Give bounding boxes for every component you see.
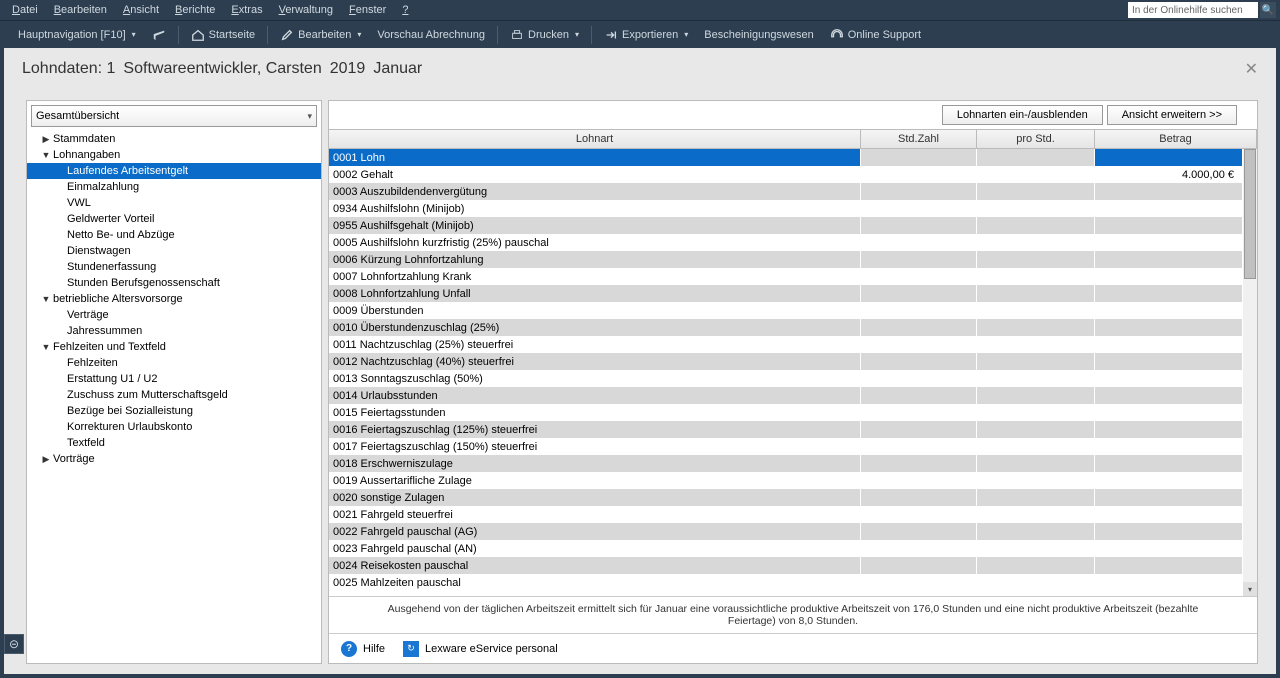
menu-?[interactable]: ?: [394, 2, 416, 18]
menu-bearbeiten[interactable]: Bearbeiten: [46, 2, 115, 18]
tree-fehlzeiten[interactable]: Fehlzeiten: [27, 355, 321, 371]
col-betrag[interactable]: Betrag: [1095, 130, 1257, 148]
table-row[interactable]: 0002 Gehalt4.000,00 €: [329, 166, 1243, 183]
tree-stammdaten[interactable]: ▶Stammdaten: [27, 131, 321, 147]
table: Lohnart Std.Zahl pro Std. Betrag 0001 Lo…: [329, 129, 1257, 596]
print-button[interactable]: Drucken▾: [502, 28, 587, 42]
help-button[interactable]: ?Hilfe: [341, 641, 385, 657]
table-row[interactable]: 0023 Fahrgeld pauschal (AN): [329, 540, 1243, 557]
title-name: Softwareentwickler, Carsten: [123, 60, 321, 78]
table-row[interactable]: 0019 Aussertarifliche Zulage: [329, 472, 1243, 489]
cert-button[interactable]: Bescheinigungswesen: [696, 29, 821, 41]
tree-einmalzahlung[interactable]: Einmalzahlung: [27, 179, 321, 195]
table-row[interactable]: 0022 Fahrgeld pauschal (AG): [329, 523, 1243, 540]
support-button[interactable]: Online Support: [822, 28, 929, 42]
tree-bez-ge-bei-sozialleistung[interactable]: Bezüge bei Sozialleistung: [27, 403, 321, 419]
menu-ansicht[interactable]: Ansicht: [115, 2, 167, 18]
tree-vwl[interactable]: VWL: [27, 195, 321, 211]
page-header: Lohndaten: 1 Softwareentwickler, Carsten…: [4, 48, 1276, 90]
menu-fenster[interactable]: Fenster: [341, 2, 394, 18]
table-row[interactable]: 0020 sonstige Zulagen: [329, 489, 1243, 506]
table-row[interactable]: 0005 Aushilfslohn kurzfristig (25%) paus…: [329, 234, 1243, 251]
table-row[interactable]: 0934 Aushilfslohn (Minijob): [329, 200, 1243, 217]
tree-jahressummen[interactable]: Jahressummen: [27, 323, 321, 339]
menu-verwaltung[interactable]: Verwaltung: [271, 2, 341, 18]
overview-dropdown[interactable]: Gesamtübersicht: [31, 105, 317, 127]
table-row[interactable]: 0013 Sonntagszuschlag (50%): [329, 370, 1243, 387]
table-row[interactable]: 0017 Feiertagszuschlag (150%) steuerfrei: [329, 438, 1243, 455]
menu-berichte[interactable]: Berichte: [167, 2, 223, 18]
main-nav-button[interactable]: Hauptnavigation [F10]▾: [10, 29, 144, 41]
table-row[interactable]: 0955 Aushilfsgehalt (Minijob): [329, 217, 1243, 234]
tree-erstattung-u1-u2[interactable]: Erstattung U1 / U2: [27, 371, 321, 387]
tree-laufendes-arbeitsentgelt[interactable]: Laufendes Arbeitsentgelt: [27, 163, 321, 179]
status-icon[interactable]: ⊝: [4, 634, 24, 654]
table-row[interactable]: 0006 Kürzung Lohnfortzahlung: [329, 251, 1243, 268]
table-row[interactable]: 0011 Nachtzuschlag (25%) steuerfrei: [329, 336, 1243, 353]
table-row[interactable]: 0014 Urlaubsstunden: [329, 387, 1243, 404]
right-panel: Lohnarten ein-/ausblenden Ansicht erweit…: [328, 100, 1258, 664]
col-prostd[interactable]: pro Std.: [977, 130, 1095, 148]
tree-betriebliche-altersvorsorge[interactable]: ▼betriebliche Altersvorsorge: [27, 291, 321, 307]
vertical-scrollbar[interactable]: ▾: [1243, 149, 1257, 596]
table-row[interactable]: 0012 Nachtzuschlag (40%) steuerfrei: [329, 353, 1243, 370]
export-button[interactable]: Exportieren▾: [596, 28, 696, 42]
table-row[interactable]: 0003 Auszubildendenvergütung: [329, 183, 1243, 200]
content-area: Lohndaten: 1 Softwareentwickler, Carsten…: [4, 48, 1276, 674]
expand-view-button[interactable]: Ansicht erweitern >>: [1107, 105, 1237, 125]
menu-datei[interactable]: Datei: [4, 2, 46, 18]
menu-extras[interactable]: Extras: [223, 2, 270, 18]
table-row[interactable]: 0021 Fahrgeld steuerfrei: [329, 506, 1243, 523]
tree-korrekturen-urlaubskonto[interactable]: Korrekturen Urlaubskonto: [27, 419, 321, 435]
preview-button[interactable]: Vorschau Abrechnung: [369, 29, 493, 41]
col-lohnart[interactable]: Lohnart: [329, 130, 861, 148]
pin-icon[interactable]: [144, 28, 174, 42]
col-stdzahl[interactable]: Std.Zahl: [861, 130, 977, 148]
edit-button[interactable]: Bearbeiten▾: [272, 28, 369, 42]
table-row[interactable]: 0016 Feiertagszuschlag (125%) steuerfrei: [329, 421, 1243, 438]
toolbar: Hauptnavigation [F10]▾ Startseite Bearbe…: [0, 20, 1280, 48]
tree-lohnangaben[interactable]: ▼Lohnangaben: [27, 147, 321, 163]
tree-zuschuss-zum-mutterschaftsgeld[interactable]: Zuschuss zum Mutterschaftsgeld: [27, 387, 321, 403]
tree-stunden-berufsgenossenschaft[interactable]: Stunden Berufsgenossenschaft: [27, 275, 321, 291]
toggle-lohnarten-button[interactable]: Lohnarten ein-/ausblenden: [942, 105, 1103, 125]
close-icon[interactable]: ✕: [1245, 59, 1258, 79]
table-row[interactable]: 0024 Reisekosten pauschal: [329, 557, 1243, 574]
home-button[interactable]: Startseite: [183, 28, 263, 42]
tree-dienstwagen[interactable]: Dienstwagen: [27, 243, 321, 259]
table-row[interactable]: 0015 Feiertagsstunden: [329, 404, 1243, 421]
menubar: DateiBearbeitenAnsichtBerichteExtrasVerw…: [0, 0, 1280, 20]
tree-netto-be-und-abz-ge[interactable]: Netto Be- und Abzüge: [27, 227, 321, 243]
title-month: Januar: [373, 60, 422, 78]
table-row[interactable]: 0008 Lohnfortzahlung Unfall: [329, 285, 1243, 302]
tree-fehlzeiten-und-textfeld[interactable]: ▼Fehlzeiten und Textfeld: [27, 339, 321, 355]
footer-bar: ?Hilfe ↻Lexware eService personal: [329, 633, 1257, 663]
table-row[interactable]: 0009 Überstunden: [329, 302, 1243, 319]
tree-geldwerter-vorteil[interactable]: Geldwerter Vorteil: [27, 211, 321, 227]
title-year: 2019: [330, 60, 366, 78]
table-row[interactable]: 0001 Lohn: [329, 149, 1243, 166]
eservice-button[interactable]: ↻Lexware eService personal: [403, 641, 558, 657]
tree-textfeld[interactable]: Textfeld: [27, 435, 321, 451]
tree-vertr-ge[interactable]: Verträge: [27, 307, 321, 323]
info-text: Ausgehend von der täglichen Arbeitszeit …: [329, 596, 1257, 633]
table-row[interactable]: 0010 Überstundenzuschlag (25%): [329, 319, 1243, 336]
table-row[interactable]: 0025 Mahlzeiten pauschal: [329, 574, 1243, 591]
table-row[interactable]: 0018 Erschwerniszulage: [329, 455, 1243, 472]
table-row[interactable]: 0007 Lohnfortzahlung Krank: [329, 268, 1243, 285]
search-input[interactable]: In der Onlinehilfe suchen: [1128, 2, 1258, 18]
tree-vortr-ge[interactable]: ▶Vorträge: [27, 451, 321, 467]
title-lohndaten: Lohndaten: 1: [22, 60, 115, 78]
search-icon[interactable]: 🔍: [1260, 2, 1276, 18]
left-panel: Gesamtübersicht ▶Stammdaten▼LohnangabenL…: [26, 100, 322, 664]
nav-tree: ▶Stammdaten▼LohnangabenLaufendes Arbeits…: [27, 131, 321, 663]
tree-stundenerfassung[interactable]: Stundenerfassung: [27, 259, 321, 275]
